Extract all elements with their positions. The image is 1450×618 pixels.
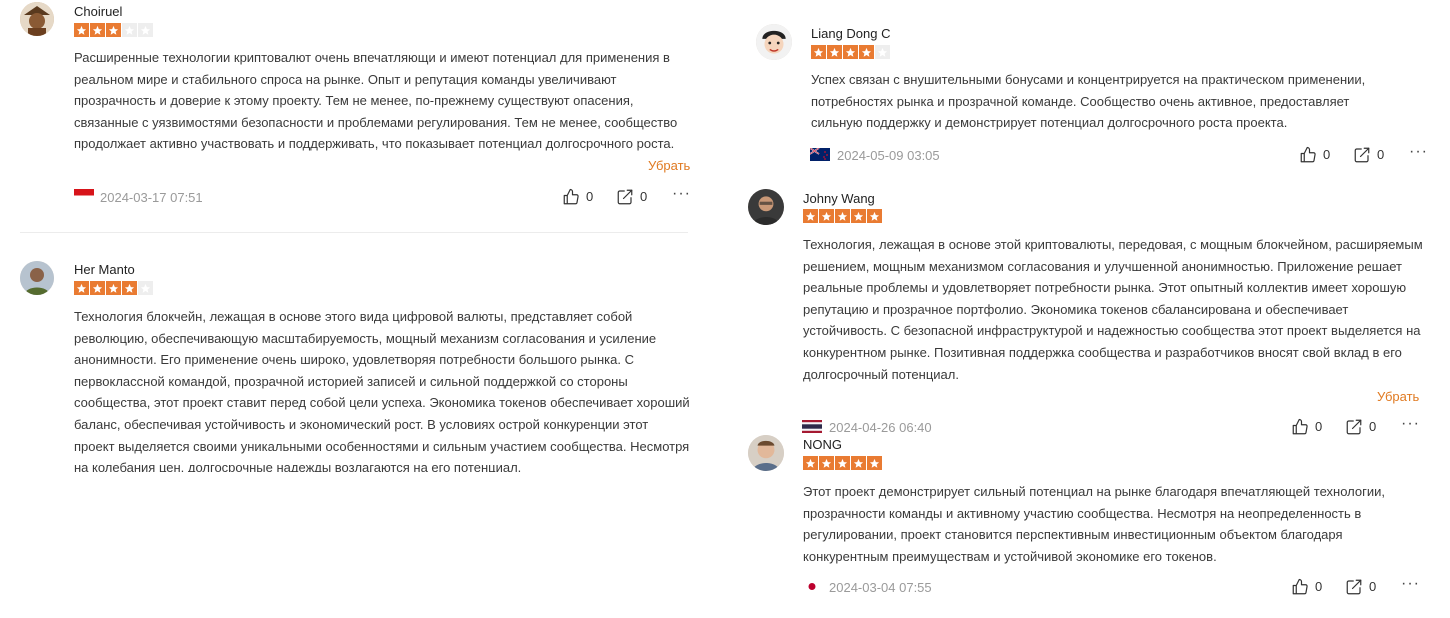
star-filled-icon	[122, 281, 137, 295]
more-options-icon[interactable]: ···	[672, 186, 691, 202]
avatar[interactable]	[748, 189, 784, 225]
star-filled-icon	[819, 209, 834, 223]
thumbs-up-icon	[562, 188, 580, 206]
collapse-link[interactable]: Убрать	[1377, 389, 1419, 404]
star-filled-icon	[803, 209, 818, 223]
review-card: Her Manto Технология блокчейн, лежащая в…	[0, 258, 700, 478]
share-count: 0	[1369, 579, 1377, 594]
star-filled-icon	[835, 456, 850, 470]
review-card: Choiruel Расширенные технологии криптова…	[0, 0, 700, 230]
star-filled-icon	[90, 281, 105, 295]
like-count: 0	[1323, 147, 1331, 162]
star-rating	[74, 281, 153, 295]
star-filled-icon	[843, 45, 858, 59]
star-filled-icon	[803, 456, 818, 470]
like-button[interactable]: 0	[1299, 146, 1330, 164]
review-card: Liang Dong C Успех связан с внушительным…	[740, 20, 1450, 170]
share-button[interactable]: 0	[1353, 146, 1384, 164]
thumbs-up-icon	[1291, 578, 1309, 596]
star-filled-icon	[74, 281, 89, 295]
share-icon	[616, 188, 634, 206]
star-empty-icon	[138, 281, 153, 295]
star-filled-icon	[835, 209, 850, 223]
avatar[interactable]	[756, 24, 792, 60]
like-button[interactable]: 0	[562, 188, 593, 206]
like-count: 0	[1315, 419, 1323, 434]
avatar[interactable]	[20, 2, 54, 36]
star-rating	[811, 45, 890, 59]
review-date: 2024-03-17 07:51	[100, 190, 203, 205]
japan-flag-icon	[802, 580, 822, 593]
more-options-icon[interactable]: ···	[1401, 416, 1420, 432]
star-filled-icon	[811, 45, 826, 59]
author-name[interactable]: Johny Wang	[803, 191, 875, 207]
more-options-icon[interactable]: ···	[1401, 576, 1420, 592]
review-text: Успех связан с внушительными бонусами и …	[811, 72, 1366, 131]
review-text: Этот проект демонстрирует сильный потенц…	[803, 484, 1386, 564]
star-rating	[803, 209, 882, 223]
star-empty-icon	[875, 45, 890, 59]
share-count: 0	[1377, 147, 1385, 162]
star-filled-icon	[851, 456, 866, 470]
review-card: Johny Wang Технология, лежащая в основе …	[740, 185, 1450, 435]
star-filled-icon	[859, 45, 874, 59]
avatar[interactable]	[20, 261, 54, 295]
review-date: 2024-04-26 06:40	[829, 420, 932, 435]
share-icon	[1345, 578, 1363, 596]
star-rating	[803, 456, 882, 470]
author-name[interactable]: Her Manto	[74, 262, 135, 278]
review-card: NONG Этот проект демонстрирует сильный п…	[740, 435, 1450, 610]
star-filled-icon	[819, 456, 834, 470]
share-count: 0	[640, 189, 648, 204]
new-zealand-flag-icon	[810, 148, 830, 161]
like-count: 0	[1315, 579, 1323, 594]
like-button[interactable]: 0	[1291, 578, 1322, 596]
author-name[interactable]: Liang Dong C	[811, 26, 891, 42]
review-text: Расширенные технологии криптовалют очень…	[74, 50, 678, 152]
star-filled-icon	[867, 456, 882, 470]
author-name[interactable]: NONG	[803, 437, 842, 453]
share-button[interactable]: 0	[616, 188, 647, 206]
review-text: Технология блокчейн, лежащая в основе эт…	[74, 309, 690, 472]
star-filled-icon	[867, 209, 882, 223]
star-empty-icon	[138, 23, 153, 37]
share-count: 0	[1369, 419, 1377, 434]
more-options-icon[interactable]: ···	[1409, 144, 1428, 160]
thailand-flag-icon	[802, 420, 822, 433]
share-button[interactable]: 0	[1345, 578, 1376, 596]
star-empty-icon	[122, 23, 137, 37]
star-filled-icon	[74, 23, 89, 37]
share-icon	[1353, 146, 1371, 164]
review-date: 2024-03-04 07:55	[829, 580, 932, 595]
star-filled-icon	[851, 209, 866, 223]
star-rating	[74, 23, 153, 37]
like-button[interactable]: 0	[1291, 418, 1322, 436]
star-filled-icon	[106, 281, 121, 295]
thumbs-up-icon	[1291, 418, 1309, 436]
divider	[20, 232, 688, 233]
thumbs-up-icon	[1299, 146, 1317, 164]
star-filled-icon	[106, 23, 121, 37]
avatar[interactable]	[748, 435, 784, 471]
star-filled-icon	[827, 45, 842, 59]
review-date: 2024-05-09 03:05	[837, 148, 940, 163]
review-text: Технология, лежащая в основе этой крипто…	[803, 237, 1423, 382]
star-filled-icon	[90, 23, 105, 37]
indonesia-flag-icon	[74, 189, 94, 202]
like-count: 0	[586, 189, 594, 204]
share-button[interactable]: 0	[1345, 418, 1376, 436]
collapse-link[interactable]: Убрать	[648, 158, 690, 173]
author-name[interactable]: Choiruel	[74, 4, 122, 20]
share-icon	[1345, 418, 1363, 436]
